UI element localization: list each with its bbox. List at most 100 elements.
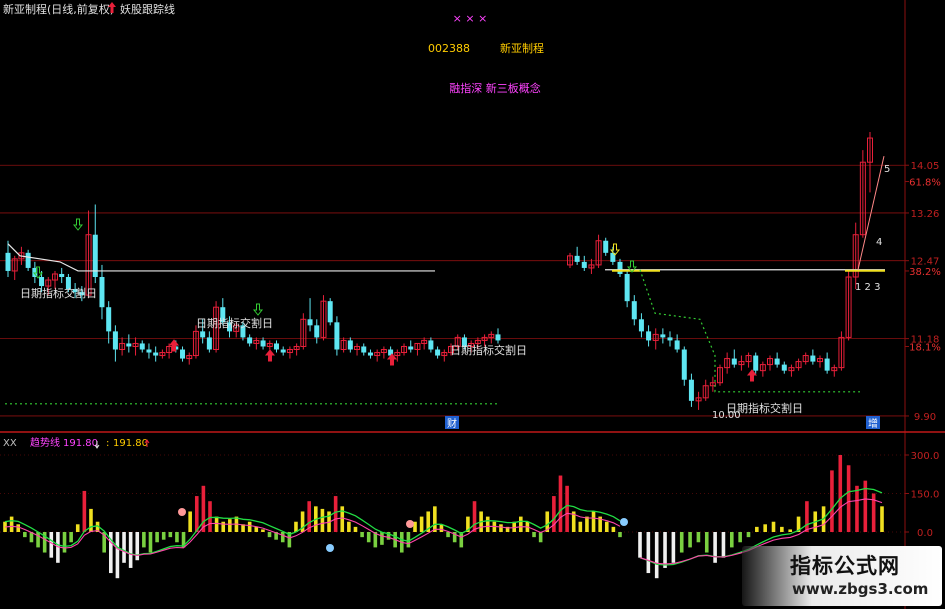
hist1-bar bbox=[194, 496, 199, 532]
seg2-candle-down bbox=[674, 340, 680, 350]
hist2-bar bbox=[704, 532, 709, 553]
seg1-candle-down bbox=[5, 252, 11, 271]
watermark-title: 指标公式网 bbox=[790, 554, 900, 578]
signal-dot bbox=[178, 508, 186, 516]
seg1-candle-down bbox=[347, 340, 353, 350]
price-tick-label: 38.2% bbox=[909, 267, 941, 278]
hist2-bar bbox=[738, 532, 742, 543]
hist2-bar bbox=[646, 532, 651, 574]
seg1-candle-down bbox=[247, 337, 253, 344]
hist1-bar bbox=[247, 521, 252, 532]
signal-dot bbox=[406, 520, 414, 528]
hist1-bar bbox=[558, 475, 563, 532]
hist2-bar bbox=[805, 501, 809, 532]
hist1-bar bbox=[16, 524, 21, 532]
hist1-bar bbox=[459, 532, 464, 548]
hist2-bar bbox=[838, 455, 843, 532]
price-tick-label: 13.26 bbox=[911, 209, 940, 220]
hist1-bar bbox=[161, 532, 166, 540]
seg1-candle-down bbox=[495, 334, 501, 341]
hist2-bar bbox=[755, 526, 759, 532]
hist2-bar bbox=[771, 521, 776, 532]
hist1-bar bbox=[261, 529, 265, 532]
hist1-bar bbox=[446, 532, 450, 538]
hist1-bar bbox=[49, 532, 54, 558]
hist1-bar bbox=[532, 532, 536, 538]
hist2-bar bbox=[830, 470, 834, 532]
wave-count-4: 4 bbox=[876, 237, 882, 248]
signal-dot bbox=[620, 518, 628, 526]
seg2-candle-down bbox=[631, 301, 637, 320]
hist1-bar bbox=[201, 485, 206, 532]
price-tick-label: 18.1% bbox=[909, 342, 941, 353]
seg1-candle-down bbox=[408, 346, 414, 350]
hist1-bar bbox=[333, 496, 338, 532]
hist1-bar bbox=[578, 521, 583, 532]
hist1-bar bbox=[254, 526, 259, 532]
seg1-candle-down bbox=[260, 340, 266, 347]
seg1-candle-down bbox=[139, 343, 145, 350]
stock-chart-svg: 14.0561.8%13.2612.4738.2%11.1818.1%9.90日… bbox=[0, 0, 945, 609]
hist1-bar bbox=[552, 496, 556, 532]
hist1-bar bbox=[208, 501, 212, 532]
hist1-bar bbox=[214, 516, 219, 532]
hist1-bar bbox=[155, 532, 159, 543]
seg1-candle-down bbox=[361, 346, 367, 353]
hist1-bar bbox=[75, 524, 80, 532]
hist1-bar bbox=[538, 532, 543, 543]
seg2-candle-down bbox=[617, 261, 623, 274]
lower-value-1: 191.80 bbox=[63, 438, 98, 449]
stock-code: 002388 bbox=[428, 42, 470, 55]
hist2-bar bbox=[880, 506, 884, 532]
hist1-bar bbox=[353, 526, 358, 532]
cross-date-label: 日期指标交割日 bbox=[20, 286, 97, 300]
watermark-logo: 指标公式网 www.zbgs3.com bbox=[742, 546, 942, 606]
hist1-bar bbox=[406, 532, 411, 548]
hist1-bar bbox=[122, 532, 126, 563]
indicator-name: 妖股跟踪线 bbox=[120, 2, 175, 16]
hist1-bar bbox=[221, 521, 226, 532]
seg2-candle-down bbox=[681, 349, 687, 380]
hist1-bar bbox=[519, 516, 523, 532]
seg2-candle-down bbox=[781, 364, 787, 371]
hist2-bar bbox=[696, 532, 701, 543]
hist1-bar bbox=[175, 532, 179, 543]
hist2-bar bbox=[679, 532, 684, 553]
lower-tick-label: 150.0 bbox=[911, 490, 940, 501]
hist1-bar bbox=[604, 521, 609, 532]
hist1-bar bbox=[340, 506, 345, 532]
hist1-bar bbox=[366, 532, 371, 543]
seg2-candle-down bbox=[731, 358, 737, 365]
lower-panel-label: XX bbox=[3, 438, 17, 449]
hist2-bar bbox=[780, 526, 784, 532]
seg1-candle-down bbox=[200, 331, 206, 338]
hist1-bar bbox=[499, 524, 503, 532]
seg1-candle-down bbox=[307, 319, 313, 326]
hist1-bar bbox=[419, 516, 424, 532]
hist2-bar bbox=[663, 532, 667, 568]
seg2-candle-down bbox=[660, 334, 666, 338]
hist1-bar bbox=[188, 511, 192, 532]
hist1-bar bbox=[611, 526, 616, 532]
seg1-candle-down bbox=[273, 343, 279, 350]
seg1-candle-down bbox=[146, 349, 152, 353]
watermark-url: www.zbgs3.com bbox=[792, 580, 929, 598]
finance-badge: 财 bbox=[447, 417, 457, 430]
hist1-bar bbox=[89, 508, 93, 532]
hist2-bar bbox=[729, 532, 734, 548]
hist1-bar bbox=[512, 521, 516, 532]
hist1-bar bbox=[69, 532, 73, 543]
seg1-candle-down bbox=[428, 340, 434, 350]
hist1-bar bbox=[618, 532, 622, 538]
lower-colon: : bbox=[106, 438, 109, 449]
lower-value-2: 191.80 bbox=[113, 438, 148, 449]
hist1-bar bbox=[485, 516, 490, 532]
seg2-candle-down bbox=[624, 273, 630, 302]
seg2-candle-down bbox=[774, 358, 780, 365]
price-tick-label: 61.8% bbox=[909, 178, 941, 189]
hist1-bar bbox=[9, 516, 14, 532]
seg1-candle-down bbox=[206, 337, 212, 350]
stock-name: 新亚制程 bbox=[500, 41, 544, 55]
stock-tags: 融指深 新三板概念 bbox=[449, 81, 541, 95]
hist1-bar bbox=[228, 519, 232, 532]
